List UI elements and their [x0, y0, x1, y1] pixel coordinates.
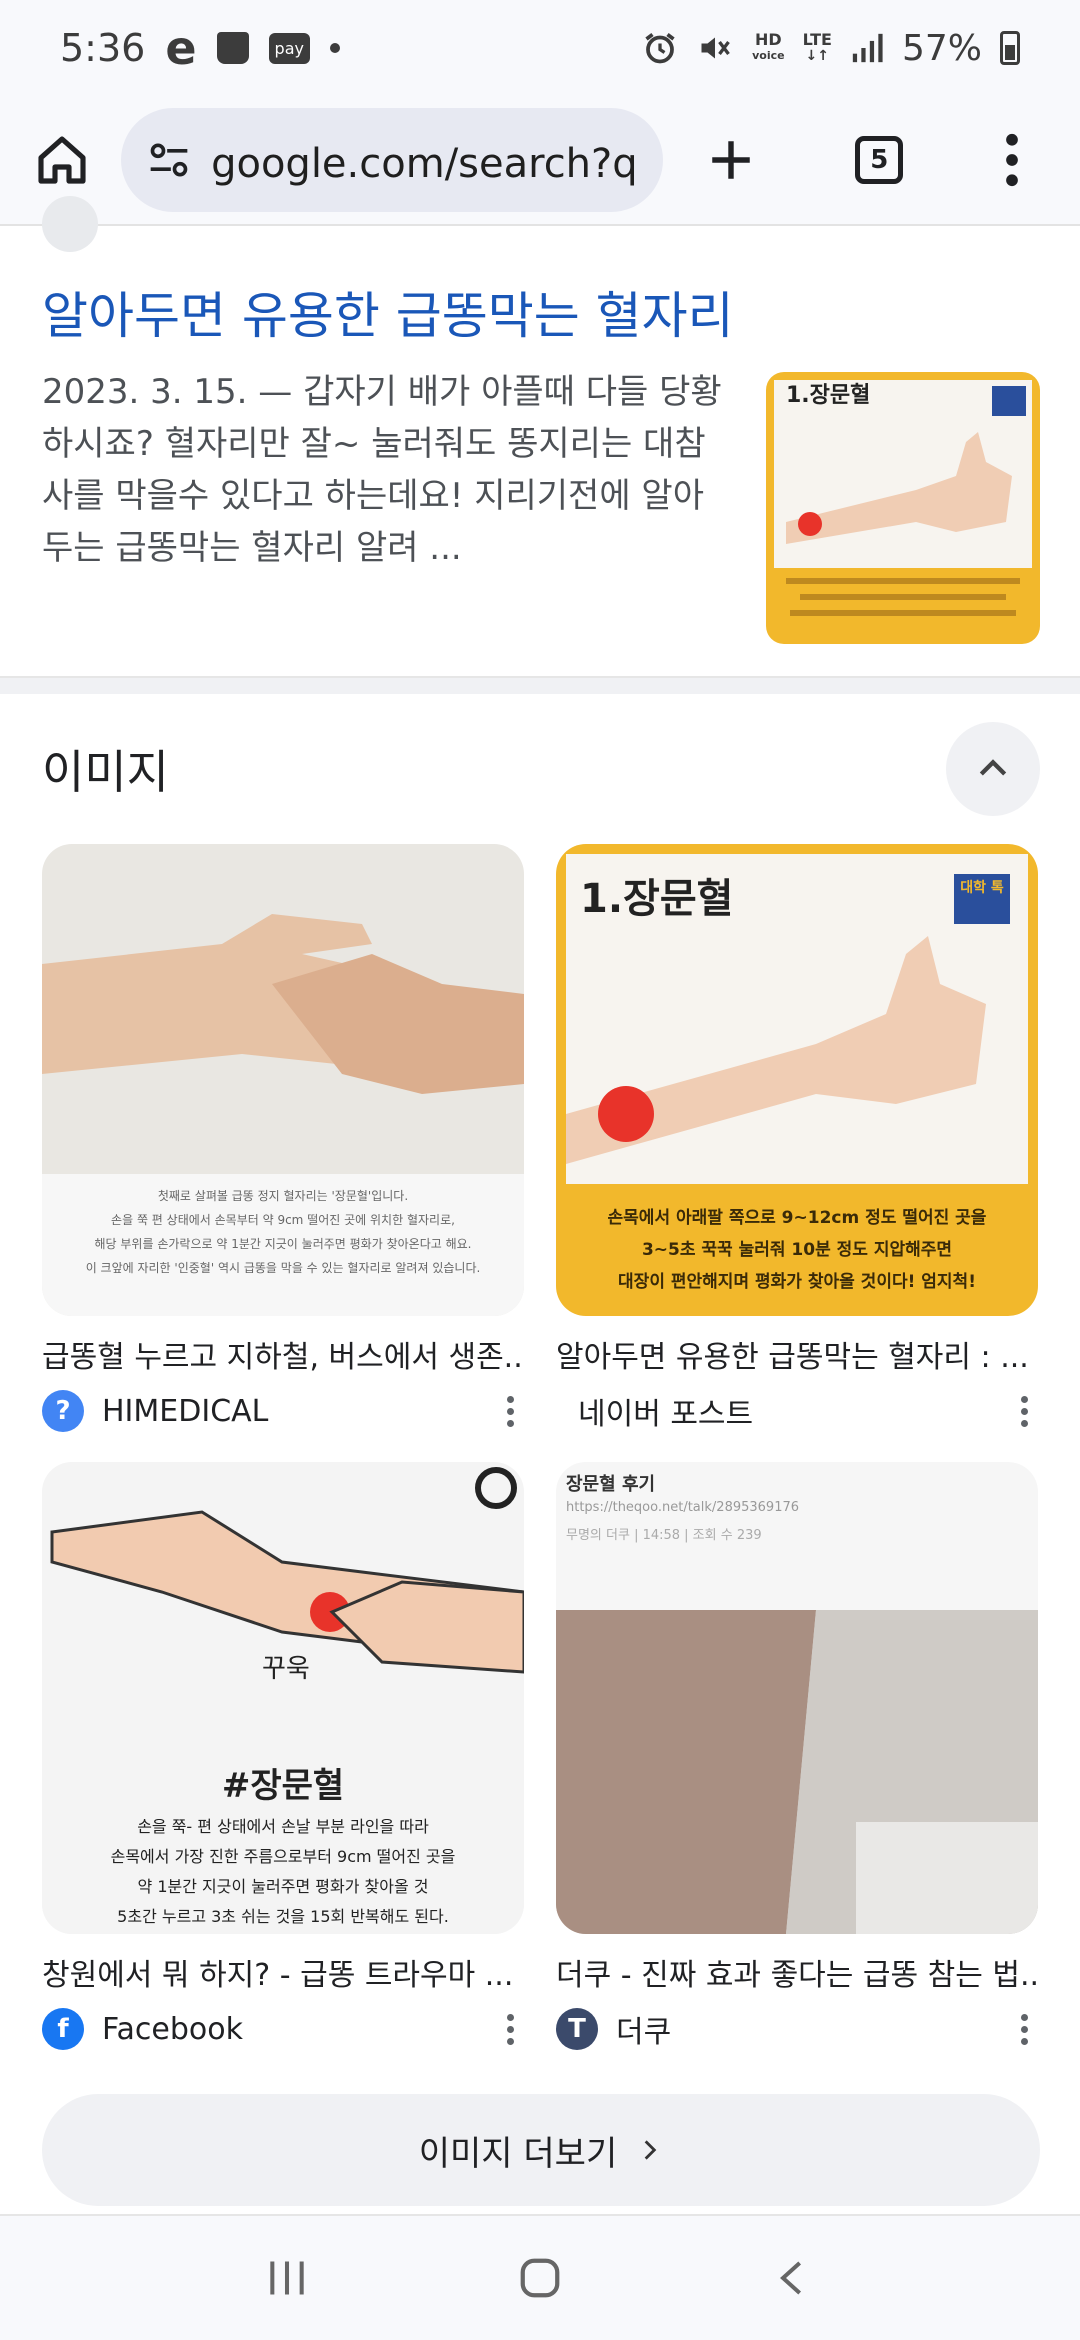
shopping-bag-icon: [216, 32, 249, 64]
home-button[interactable]: [30, 127, 93, 193]
alarm-icon: [645, 33, 675, 64]
home-nav-button[interactable]: [500, 2238, 580, 2318]
back-button[interactable]: [753, 2238, 833, 2318]
tile2-line-3: 대장이 편안해지며 평화가 찾아올 것이다! 엄지척!: [618, 1272, 976, 1292]
new-tab-button[interactable]: [693, 120, 769, 200]
image-source[interactable]: ? HIMEDICAL: [42, 1386, 524, 1436]
tile1-line-3: 해당 부위를 손가락으로 약 1분간 지긋이 눌러주면 평화가 찾아온다고 해요…: [94, 1237, 472, 1251]
collapse-button[interactable]: [946, 722, 1040, 816]
image-source[interactable]: T 더쿠: [556, 2004, 1038, 2054]
tile4-title: 장문혈 후기: [566, 1474, 656, 1495]
svg-text:1.장문혈: 1.장문혈: [786, 383, 870, 408]
tab-count: 5: [855, 136, 904, 184]
site-settings-icon[interactable]: [147, 138, 191, 182]
result-snippet: 2023. 3. 15. — 갑자기 배가 아플때 다들 당황하시죠? 혈자리만…: [42, 372, 722, 568]
home-nav-icon: [520, 2258, 560, 2298]
mute-icon: [701, 37, 730, 59]
image-thumbnail[interactable]: 꾸욱 #장문혈 손을 쭉- 편 상태에서 손날 부분 라인을 따라 손목에서 가…: [42, 1462, 524, 1934]
overflow-menu-button[interactable]: [974, 120, 1050, 200]
recents-button[interactable]: [247, 2238, 327, 2318]
more-options-button[interactable]: [1011, 2013, 1038, 2045]
signal-icon: [852, 33, 883, 63]
image-thumbnail[interactable]: 1.장문혈 대학 톡 손목에서 아래팔 쪽으로 9~12cm 정도 떨어진 곳을…: [556, 844, 1038, 1316]
tile3-line-4: 5초간 누르고 3초 쉬는 것을 15회 반복해도 된다.: [117, 1907, 449, 1926]
url-text[interactable]: google.com/search?q=똥: [211, 131, 636, 189]
notification-dot-icon: [329, 43, 340, 53]
address-bar[interactable]: google.com/search?q=똥: [121, 108, 663, 212]
chevron-right-icon: [644, 2140, 657, 2160]
tile1-line-1: 첫째로 살펴볼 급똥 정지 혈자리는 '장문혈'입니다.: [157, 1189, 409, 1203]
tab-switcher-button[interactable]: 5: [841, 120, 917, 200]
image-tile-3[interactable]: 꾸욱 #장문혈 손을 쭉- 편 상태에서 손날 부분 라인을 따라 손목에서 가…: [42, 1462, 524, 2054]
tile3-sound: 꾸욱: [262, 1654, 310, 1684]
tile3-line-2: 손목에서 가장 진한 주름으로부터 9cm 떨어진 곳을: [110, 1847, 456, 1866]
image-tile-2[interactable]: 1.장문혈 대학 톡 손목에서 아래팔 쪽으로 9~12cm 정도 떨어진 곳을…: [556, 844, 1038, 1436]
tile2-title: 1.장문혈: [580, 876, 734, 922]
e-app-icon: e: [165, 21, 197, 75]
more-images-label: 이미지 더보기: [418, 2133, 618, 2174]
tile3-title: #장문혈: [221, 1766, 345, 1806]
image-caption[interactable]: 창원에서 뭐 하지? - 급똥 트라우마 ...: [42, 1950, 524, 1994]
image-source[interactable]: f Facebook: [42, 2004, 524, 2054]
image-caption[interactable]: 급똥혈 누르고 지하철, 버스에서 생존...: [42, 1332, 524, 1376]
more-options-button[interactable]: [1011, 1395, 1038, 1427]
source-name: Facebook: [102, 2011, 243, 2047]
more-images-button[interactable]: 이미지 더보기: [42, 2094, 1040, 2206]
image-caption[interactable]: 더쿠 - 진짜 효과 좋다는 급똥 참는 법...: [556, 1950, 1038, 1994]
tile4-url: https://theqoo.net/talk/2895369176: [566, 1500, 800, 1515]
site-favicon: [42, 196, 98, 252]
back-icon: [780, 2261, 802, 2295]
lte-icon: LTE ↓↑: [802, 30, 832, 65]
tile2-line-1: 손목에서 아래팔 쪽으로 9~12cm 정도 떨어진 곳을: [607, 1208, 987, 1228]
image-tile-4[interactable]: 장문혈 후기 https://theqoo.net/talk/289536917…: [556, 1462, 1038, 2054]
more-options-button[interactable]: [497, 1395, 524, 1427]
tile2-line-2: 3~5초 꾹꾹 눌러줘 10분 정도 지압해주면: [641, 1240, 953, 1260]
source-name: 더쿠: [616, 2015, 672, 2050]
hd-voice-icon: HD voice: [752, 30, 785, 63]
battery-percent: 57%: [901, 27, 982, 69]
image-caption[interactable]: 알아두면 유용한 급똥막는 혈자리 : ...: [556, 1332, 1038, 1376]
source-name: HIMEDICAL: [102, 1393, 269, 1429]
tile2-badge: 대학 톡: [960, 880, 1004, 896]
clock: 5:36: [60, 26, 146, 70]
image-source[interactable]: 네이버 포스트: [556, 1386, 1038, 1436]
image-tile-1[interactable]: 첫째로 살펴볼 급똥 정지 혈자리는 '장문혈'입니다. 손을 쭉 편 상태에서…: [42, 844, 524, 1436]
result-thumbnail[interactable]: 1.장문혈: [766, 372, 1040, 644]
status-bar: 5:36 e pay HD voice LTE ↓↑ 57%: [0, 0, 1080, 96]
tile3-line-3: 약 1분간 지긋이 눌러주면 평화가 찾아올 것: [137, 1877, 429, 1896]
image-thumbnail[interactable]: 첫째로 살펴볼 급똥 정지 혈자리는 '장문혈'입니다. 손을 쭉 편 상태에서…: [42, 844, 524, 1316]
image-thumbnail[interactable]: 장문혈 후기 https://theqoo.net/talk/289536917…: [556, 1462, 1038, 1934]
battery-icon: [1000, 31, 1020, 65]
search-result: 알아두면 유용한 급똥막는 혈자리 2023. 3. 15. — 갑자기 배가 …: [0, 196, 1080, 676]
source-name: 네이버 포스트: [578, 1397, 754, 1432]
browser-toolbar: google.com/search?q=똥 5: [0, 96, 1080, 226]
home-icon: [37, 136, 86, 184]
facebook-icon: f: [42, 2008, 84, 2050]
theqoo-icon: T: [556, 2008, 598, 2050]
tile4-meta: 무명의 더쿠 | 14:58 | 조회 수 239: [566, 1528, 762, 1543]
system-nav-bar: [0, 2214, 1080, 2340]
more-options-button[interactable]: [497, 2013, 524, 2045]
question-icon: ?: [42, 1390, 84, 1432]
pay-app-icon: pay: [268, 32, 310, 64]
result-title-link[interactable]: 알아두면 유용한 급똥막는 혈자리: [42, 276, 734, 348]
more-vert-icon: [1005, 133, 1018, 187]
chevron-up-icon: [979, 759, 1007, 776]
recents-icon: [269, 2261, 304, 2295]
tile1-line-4: 이 크앞에 자리한 '인중혈' 역시 급똥을 막을 수 있는 혈자리로 알려져 …: [85, 1261, 481, 1275]
tile3-line-1: 손을 쭉- 편 상태에서 손날 부분 라인을 따라: [137, 1817, 429, 1836]
images-heading: 이미지: [42, 745, 169, 799]
tile1-line-2: 손을 쭉 편 상태에서 손목부터 약 9cm 떨어진 곳에 위치한 혈자리로,: [111, 1213, 455, 1227]
plus-icon: [712, 141, 750, 179]
section-divider: [0, 676, 1080, 694]
naver-post-icon: [556, 1390, 562, 1432]
